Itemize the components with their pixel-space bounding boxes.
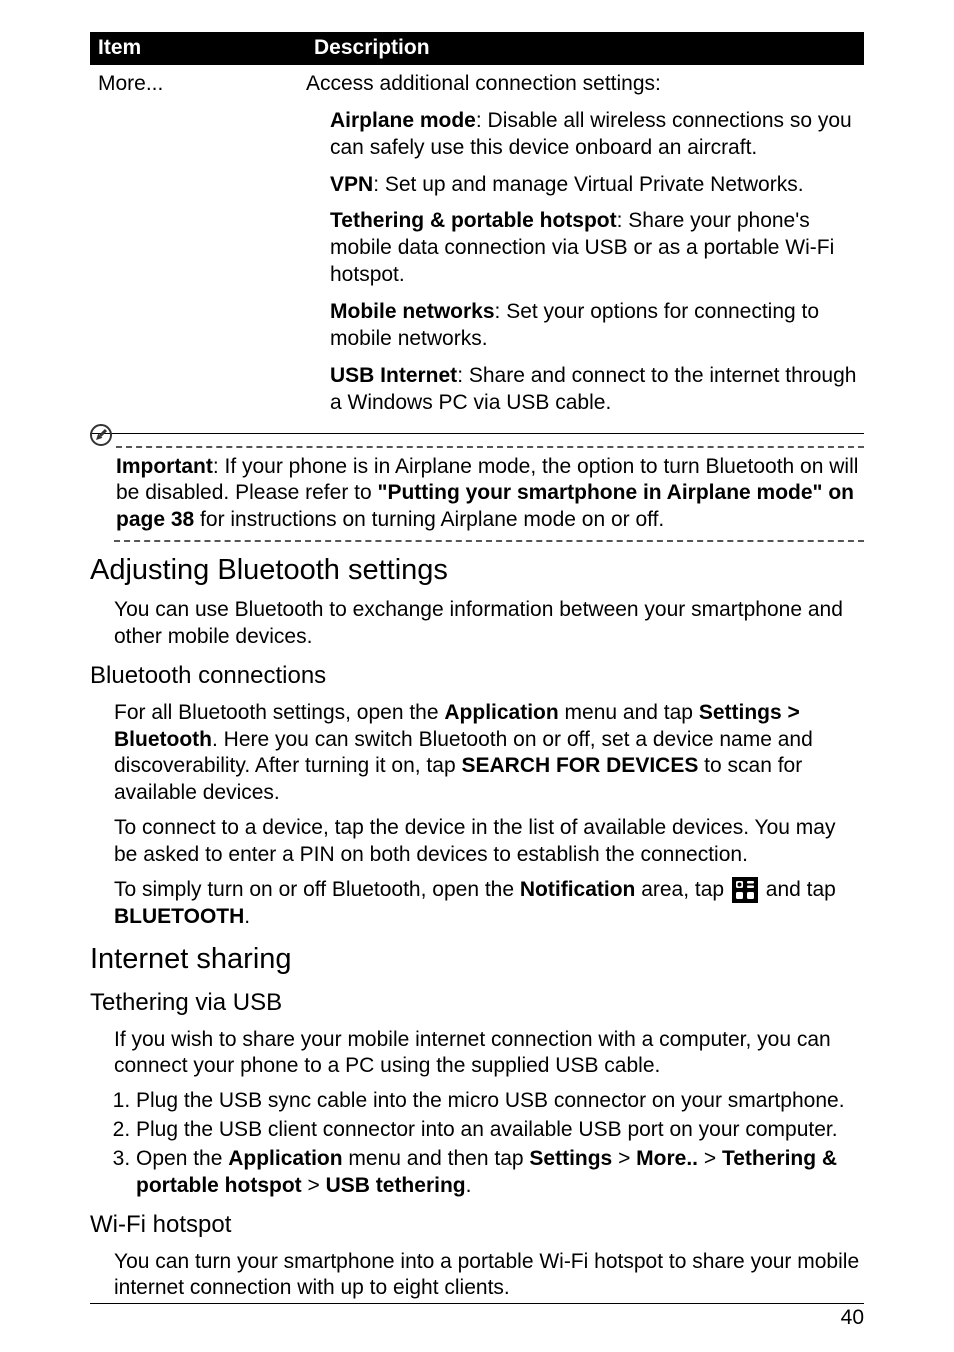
bluetooth-toggle-paragraph: To simply turn on or off Bluetooth, open… xyxy=(114,877,864,931)
table-cell-item: More... xyxy=(90,65,306,433)
description-entry: VPN: Set up and manage Virtual Private N… xyxy=(306,172,864,199)
note-text: Important: If your phone is in Airplane … xyxy=(116,454,864,535)
description-entry: Airplane mode: Disable all wireless conn… xyxy=(306,108,864,162)
page-number: 40 xyxy=(841,1305,864,1332)
table-row: More... Access additional connection set… xyxy=(90,65,864,433)
bluetooth-settings-paragraph: For all Bluetooth settings, open the App… xyxy=(114,700,864,808)
list-item: Plug the USB sync cable into the micro U… xyxy=(136,1088,864,1115)
list-item: Plug the USB client connector into an av… xyxy=(136,1117,864,1144)
description-entry: Mobile networks: Set your options for co… xyxy=(306,299,864,353)
heading-bluetooth-connections: Bluetooth connections xyxy=(90,661,864,692)
list-item: Open the Application menu and then tap S… xyxy=(136,1146,864,1200)
note-dash-bottom xyxy=(114,540,864,542)
description-entry: Tethering & portable hotspot: Share your… xyxy=(306,208,864,289)
tethering-usb-intro: If you wish to share your mobile interne… xyxy=(114,1027,864,1081)
note-dash-top xyxy=(116,446,864,448)
table-separator xyxy=(90,433,864,436)
table-header-item: Item xyxy=(90,32,306,65)
bluetooth-connect-paragraph: To connect to a device, tap the device i… xyxy=(114,815,864,869)
page: Item Description More... Access addition… xyxy=(0,0,954,1352)
table-cell-description: Access additional connection settings: A… xyxy=(306,65,864,433)
footer-separator xyxy=(90,1303,864,1304)
settings-table: Item Description More... Access addition… xyxy=(90,32,864,436)
table-header-description: Description xyxy=(306,32,864,65)
pin-icon xyxy=(90,424,112,454)
bluetooth-intro: You can use Bluetooth to exchange inform… xyxy=(114,597,864,651)
heading-bluetooth: Adjusting Bluetooth settings xyxy=(90,552,864,589)
heading-tethering-usb: Tethering via USB xyxy=(90,988,864,1019)
heading-wifi-hotspot: Wi-Fi hotspot xyxy=(90,1210,864,1241)
description-intro: Access additional connection settings: xyxy=(306,71,864,98)
heading-internet-sharing: Internet sharing xyxy=(90,941,864,978)
wifi-hotspot-intro: You can turn your smartphone into a port… xyxy=(114,1249,864,1303)
tethering-steps: Plug the USB sync cable into the micro U… xyxy=(114,1088,864,1200)
quick-settings-icon xyxy=(732,877,758,903)
important-note: Important: If your phone is in Airplane … xyxy=(90,446,864,543)
description-entry: USB Internet: Share and connect to the i… xyxy=(306,363,864,417)
